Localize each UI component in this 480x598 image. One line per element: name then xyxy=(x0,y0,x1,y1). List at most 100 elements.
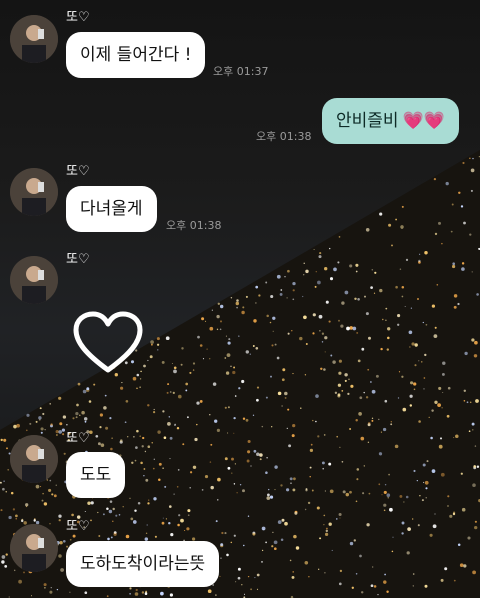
avatar[interactable] xyxy=(10,256,58,304)
city-light xyxy=(400,225,404,229)
city-light xyxy=(129,497,131,499)
city-light xyxy=(134,509,137,512)
heart-sticker[interactable] xyxy=(72,310,144,380)
city-light xyxy=(451,203,454,206)
city-light xyxy=(371,389,376,394)
message-bubble[interactable]: 도하도착이라는뜻 xyxy=(66,541,220,587)
message-bubble[interactable]: 다녀올게 xyxy=(66,186,157,232)
city-light xyxy=(388,473,390,476)
city-light xyxy=(345,492,350,497)
city-light xyxy=(192,369,195,371)
city-light xyxy=(265,281,268,284)
city-light xyxy=(270,375,272,378)
city-light xyxy=(148,499,150,501)
city-light xyxy=(280,484,283,487)
city-light xyxy=(355,270,358,273)
city-light xyxy=(424,480,429,485)
city-light xyxy=(442,391,444,394)
city-light xyxy=(225,371,230,375)
city-light xyxy=(235,301,240,306)
city-light xyxy=(252,345,255,347)
city-light xyxy=(318,568,320,570)
city-light xyxy=(365,396,369,399)
city-light xyxy=(145,532,148,535)
city-light xyxy=(462,161,465,165)
city-light xyxy=(153,411,156,414)
city-light xyxy=(349,326,354,330)
city-light xyxy=(172,391,175,395)
message-bubble[interactable]: 도도 xyxy=(66,452,126,498)
city-light xyxy=(87,501,91,505)
city-light xyxy=(15,514,18,518)
city-light xyxy=(243,593,246,595)
city-light xyxy=(51,493,54,496)
city-light xyxy=(109,500,113,503)
city-light xyxy=(472,429,474,431)
sender-name: 또♡ xyxy=(66,164,90,179)
avatar[interactable] xyxy=(10,15,58,63)
city-light xyxy=(269,321,272,324)
message-bubble[interactable]: 이제 들어간다 ! xyxy=(66,32,206,78)
city-light xyxy=(177,394,182,399)
my-message-bubble[interactable]: 안비즐비 💗💗 xyxy=(322,98,459,144)
city-light xyxy=(173,369,177,374)
city-light xyxy=(230,297,233,299)
city-light xyxy=(287,408,290,411)
city-light xyxy=(265,396,268,399)
city-light xyxy=(201,489,204,491)
city-light xyxy=(412,585,414,587)
city-light xyxy=(225,335,227,337)
city-light xyxy=(328,522,332,526)
city-light xyxy=(219,575,221,577)
city-light xyxy=(254,577,256,579)
city-light xyxy=(212,584,214,586)
city-light xyxy=(382,427,387,432)
city-light xyxy=(189,371,192,374)
city-light xyxy=(38,416,42,420)
city-light xyxy=(170,532,174,537)
city-light xyxy=(237,576,241,580)
sender-name: 또♡ xyxy=(66,431,90,446)
city-light xyxy=(71,513,74,517)
city-light xyxy=(305,343,308,345)
city-light xyxy=(106,507,109,511)
city-light xyxy=(224,357,227,359)
avatar[interactable] xyxy=(10,435,58,483)
city-light xyxy=(461,267,465,271)
city-light xyxy=(378,452,383,456)
city-light xyxy=(238,387,241,390)
city-light xyxy=(79,414,81,417)
city-light xyxy=(324,532,329,537)
city-light xyxy=(292,289,295,292)
city-light xyxy=(455,434,459,439)
city-light xyxy=(233,416,236,420)
city-light xyxy=(256,386,260,389)
city-light xyxy=(321,461,325,465)
city-light xyxy=(140,461,143,465)
city-light xyxy=(59,422,63,426)
avatar[interactable] xyxy=(10,524,58,572)
city-light xyxy=(447,505,449,507)
city-light xyxy=(143,468,146,470)
city-light xyxy=(319,252,322,255)
city-light xyxy=(162,517,164,519)
city-light xyxy=(404,305,406,308)
city-light xyxy=(181,347,184,350)
city-light xyxy=(81,410,85,415)
city-light xyxy=(153,458,155,460)
city-light xyxy=(273,547,277,551)
city-light xyxy=(434,326,437,329)
city-light xyxy=(173,366,177,370)
city-light xyxy=(40,431,43,434)
city-light xyxy=(110,536,113,539)
avatar[interactable] xyxy=(10,168,58,216)
city-light xyxy=(99,413,103,417)
city-light xyxy=(387,327,391,331)
city-light xyxy=(224,457,228,461)
city-light xyxy=(457,543,461,546)
city-light xyxy=(63,452,66,455)
city-light xyxy=(176,486,179,488)
city-light xyxy=(288,444,292,448)
city-light xyxy=(268,488,270,491)
city-light xyxy=(381,494,383,496)
